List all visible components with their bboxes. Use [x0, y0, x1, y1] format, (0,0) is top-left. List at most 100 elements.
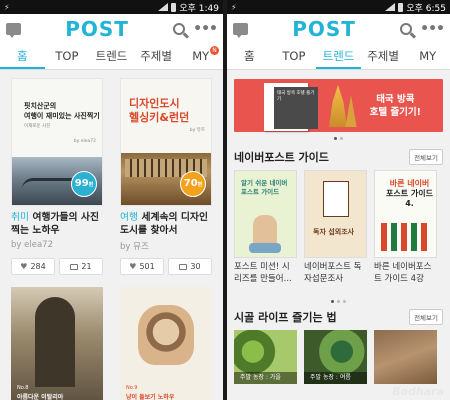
tab-bar: 홈 TOP 트렌드 주제별 MY	[227, 44, 450, 70]
watermark: Bodhara	[392, 385, 444, 398]
pager-dot[interactable]	[334, 137, 337, 140]
tab-trend[interactable]: 트렌드	[89, 44, 134, 69]
post-cover[interactable]: 디자인도시 헬싱키&런던 by 뮤즈 70편	[120, 78, 212, 206]
post-cover[interactable]: 핏치산군의 여행이 재미있는 사진찍기 이재로운 사진 by elea72 99…	[11, 78, 103, 206]
tab-trend[interactable]: 트렌드	[316, 44, 361, 69]
temple-icon	[329, 85, 347, 127]
promo-banner[interactable]: 태국 방콕 호텔 즐기기 태국 방콕 호텔 즐기기!	[234, 79, 443, 132]
post-grid: 핏치산군의 여행이 재미있는 사진찍기 이재로운 사진 by elea72 99…	[0, 70, 223, 275]
search-icon[interactable]	[400, 23, 413, 35]
tab-topics[interactable]: 주제별	[361, 44, 406, 69]
tab-label: 주제별	[140, 49, 172, 63]
left-screen: ⚡ 오후 1:49 POST ••• 홈 TOP 트렌드 주제별 MY N 핏치산…	[0, 0, 223, 400]
post-category: 여행	[120, 212, 139, 223]
tab-topics[interactable]: 주제별	[134, 44, 179, 69]
tab-bar: 홈 TOP 트렌드 주제별 MY N	[0, 44, 223, 70]
tab-home[interactable]: 홈	[227, 44, 272, 69]
tab-my[interactable]: MY	[405, 44, 450, 69]
section-title: 네이버포스트 가이드	[234, 151, 329, 164]
tab-label: 주제별	[367, 49, 399, 63]
photo-item[interactable]: 주말 농장 : 여름	[304, 330, 367, 384]
photo-item[interactable]	[374, 330, 437, 384]
post-count-badge: 99편	[71, 171, 97, 197]
book-title[interactable]: 네이버포스트 독자섭문조사	[304, 258, 367, 298]
app-bar-actions: •••	[173, 22, 218, 36]
book-carousel: 알기 쉬운 네이버 포스트 가이드 포스트 미션! 시리즈를 만들어... 독자…	[227, 170, 450, 298]
battery-icon	[171, 2, 177, 12]
book-cover[interactable]: 바른 네이버 포스트 가이드 4.	[374, 170, 437, 258]
person-illustration	[249, 215, 281, 253]
pager-dot[interactable]	[340, 137, 343, 140]
post-author[interactable]: by elea72	[11, 240, 103, 255]
see-all-button[interactable]: 전체보기	[409, 309, 443, 325]
tab-home[interactable]: 홈	[0, 44, 45, 69]
banner-text: 태국 방콕 호텔 즐기기!	[369, 94, 421, 118]
comment-button[interactable]: 21	[59, 258, 103, 275]
like-button[interactable]: ♥ 501	[120, 258, 164, 275]
tab-top[interactable]: TOP	[45, 44, 90, 69]
book-cover[interactable]: 알기 쉬운 네이버 포스트 가이드	[234, 170, 297, 258]
book-cover-title: 독자 섭외조사	[313, 228, 355, 236]
photo-item[interactable]: 주말 농장 : 가을	[234, 330, 297, 384]
search-icon[interactable]	[173, 23, 186, 35]
app-bar: POST •••	[0, 14, 223, 44]
section-header: 네이버포스트 가이드 전체보기	[227, 143, 450, 170]
book-item[interactable]: 바른 네이버 포스트 가이드 4. 바른 네이버포스트 가이드 4강	[374, 170, 437, 298]
section-title: 시골 라이프 즐기는 법	[234, 311, 337, 324]
comment-count: 21	[81, 262, 92, 271]
comment-count: 30	[190, 262, 201, 271]
post-card[interactable]: 디자인도시 헬싱키&런던 by 뮤즈 70편 여행 세계속의 디자인 도시를 찾…	[120, 78, 212, 275]
book-title[interactable]: 포스트 미션! 시리즈를 만들어...	[234, 258, 297, 298]
more-icon[interactable]: •••	[193, 22, 218, 36]
chat-icon[interactable]	[233, 23, 248, 38]
cover-title: 냥이 돌보기 노하우	[126, 394, 175, 400]
book-item[interactable]: 알기 쉬운 네이버 포스트 가이드 포스트 미션! 시리즈를 만들어...	[234, 170, 297, 298]
usb-icon: ⚡	[4, 2, 10, 12]
tab-label: MY	[192, 49, 210, 63]
app-bar: POST •••	[227, 14, 450, 44]
tab-label: MY	[419, 49, 437, 63]
banner-pager	[227, 132, 450, 143]
tab-label: TOP	[55, 49, 79, 63]
tab-my[interactable]: MY N	[178, 44, 223, 69]
more-icon[interactable]: •••	[420, 22, 445, 36]
post-author[interactable]: by 뮤즈	[120, 240, 212, 255]
new-badge: N	[209, 46, 219, 55]
like-button[interactable]: ♥ 284	[11, 258, 55, 275]
cover-number: No.8	[17, 385, 29, 391]
signal-icon	[158, 3, 169, 11]
usb-icon: ⚡	[231, 2, 237, 12]
cover-credit: by 뮤즈	[189, 128, 205, 133]
tab-label: 홈	[244, 49, 255, 63]
tab-label: 트렌드	[95, 49, 128, 63]
post-grid-row: No.8 아름다운 이탈리아 No.9 냥이 돌보기 노하우	[0, 275, 223, 400]
book-item[interactable]: 독자 섭외조사 네이버포스트 독자섭문조사	[304, 170, 367, 298]
pager-dot[interactable]	[331, 300, 334, 303]
post-cover[interactable]: No.9 냥이 돌보기 노하우	[120, 287, 212, 400]
like-count: 501	[139, 262, 155, 271]
see-all-button[interactable]: 전체보기	[409, 149, 443, 165]
pager-dot[interactable]	[337, 300, 340, 303]
post-actions: ♥ 501 30	[120, 255, 212, 275]
tab-label: TOP	[282, 49, 306, 63]
app-logo[interactable]: POST	[292, 17, 356, 41]
comment-button[interactable]: 30	[168, 258, 212, 275]
post-title[interactable]: 취미 여행가들의 사진 찍는 노하우	[11, 206, 103, 240]
photo-caption: 주말 농장 : 여름	[304, 372, 367, 384]
like-count: 284	[30, 262, 46, 271]
book-cover[interactable]: 독자 섭외조사	[304, 170, 367, 258]
post-title[interactable]: 여행 세계속의 디자인 도시를 찾아서	[120, 206, 212, 240]
status-bar: ⚡ 오후 6:55	[227, 0, 450, 14]
pager-dot[interactable]	[343, 300, 346, 303]
tab-label: 홈	[17, 49, 28, 63]
app-logo[interactable]: POST	[65, 17, 129, 41]
post-cover[interactable]: No.8 아름다운 이탈리아	[11, 287, 103, 400]
book-title[interactable]: 바른 네이버포스트 가이드 4강	[374, 258, 437, 298]
chat-icon[interactable]	[6, 23, 21, 38]
post-card[interactable]: 핏치산군의 여행이 재미있는 사진찍기 이재로운 사진 by elea72 99…	[11, 78, 103, 275]
tab-top[interactable]: TOP	[272, 44, 317, 69]
screens: ⚡ 오후 1:49 POST ••• 홈 TOP 트렌드 주제별 MY N 핏치산…	[0, 0, 450, 400]
book-cover-title: 바른 네이버 포스트 가이드 4.	[386, 179, 433, 208]
photo-carousel: 주말 농장 : 가을 주말 농장 : 여름	[227, 330, 450, 384]
cover-title: 디자인도시 헬싱키&런던	[129, 97, 190, 124]
